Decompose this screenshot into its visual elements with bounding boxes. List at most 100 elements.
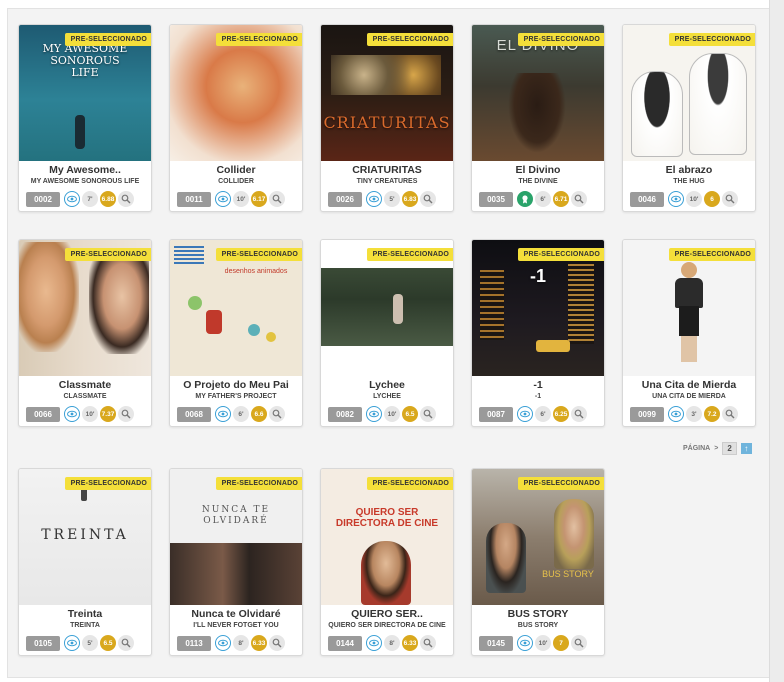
film-title[interactable]: -1 (472, 379, 604, 391)
eye-icon[interactable] (366, 635, 382, 651)
film-title[interactable]: Una Cita de Mierda (623, 379, 755, 391)
film-id-button[interactable]: 0145 (479, 635, 513, 651)
zoom-icon[interactable] (420, 635, 436, 651)
film-id-button[interactable]: 0068 (177, 406, 211, 422)
film-card[interactable]: BUS STORY PRE-SELECCIONADO BUS STORY BUS… (471, 468, 605, 656)
film-title[interactable]: My Awesome.. (19, 164, 151, 176)
duration-badge: 10' (82, 406, 98, 422)
film-card[interactable]: TREINTA PRE-SELECCIONADO Treinta TREINTA… (18, 468, 152, 656)
zoom-icon[interactable] (571, 635, 587, 651)
zoom-icon[interactable] (118, 635, 134, 651)
award-icon[interactable] (517, 191, 533, 207)
eye-icon[interactable] (366, 191, 382, 207)
film-id-button[interactable]: 0144 (328, 635, 362, 651)
scrollbar[interactable] (769, 0, 784, 682)
score-badge: 6.5 (100, 635, 116, 651)
eye-icon[interactable] (64, 191, 80, 207)
preselected-badge: PRE-SELECCIONADO (517, 248, 604, 261)
film-title[interactable]: CRIATURITAS (321, 164, 453, 176)
film-subtitle: COLLIDER (218, 178, 254, 185)
film-card[interactable]: NUNCA TE OLVIDARÉ PRE-SELECCIONADO Nunca… (169, 468, 303, 656)
film-id-button[interactable]: 0105 (26, 635, 60, 651)
film-card[interactable]: PRE-SELECCIONADO Una Cita de Mierda UNA … (622, 239, 756, 427)
preselected-badge: PRE-SELECCIONADO (366, 477, 453, 490)
preselected-badge: PRE-SELECCIONADO (215, 248, 302, 261)
film-title[interactable]: Treinta (19, 608, 151, 620)
eye-icon[interactable] (668, 406, 684, 422)
film-subtitle: LYCHEE (373, 393, 401, 400)
pagination: PÁGINA > 2 ↑ (683, 442, 752, 455)
film-id-button[interactable]: 0113 (177, 635, 211, 651)
score-badge: 6.33 (402, 635, 418, 651)
zoom-icon[interactable] (571, 406, 587, 422)
eye-icon[interactable] (215, 635, 231, 651)
film-card[interactable]: PRE-SELECCIONADO Classmate CLASSMATE 006… (18, 239, 152, 427)
film-card[interactable]: MY AWESOME SONOROUS LIFE PRE-SELECCIONAD… (18, 24, 152, 212)
film-id-button[interactable]: 0011 (177, 191, 211, 207)
duration-badge: 7' (82, 191, 98, 207)
zoom-icon[interactable] (269, 191, 285, 207)
eye-icon[interactable] (366, 406, 382, 422)
film-title[interactable]: El Divino (472, 164, 604, 176)
preselected-badge: PRE-SELECCIONADO (366, 33, 453, 46)
page-number[interactable]: 2 (722, 442, 737, 455)
film-id-button[interactable]: 0082 (328, 406, 362, 422)
film-id-button[interactable]: 0066 (26, 406, 60, 422)
score-badge: 6.71 (553, 191, 569, 207)
next-page-icon[interactable]: ↑ (740, 443, 752, 454)
eye-icon[interactable] (517, 635, 533, 651)
eye-icon[interactable] (668, 191, 684, 207)
eye-icon[interactable] (215, 406, 231, 422)
film-title[interactable]: BUS STORY (472, 608, 604, 620)
zoom-icon[interactable] (118, 191, 134, 207)
film-card[interactable]: -1 PRE-SELECCIONADO -1 -1 0087 6' 6.25 (471, 239, 605, 427)
film-id-button[interactable]: 0026 (328, 191, 362, 207)
film-id-button[interactable]: 0099 (630, 406, 664, 422)
zoom-icon[interactable] (420, 406, 436, 422)
duration-badge: 5' (384, 191, 400, 207)
film-card[interactable]: PRE-SELECCIONADO El abrazo THE HUG 0046 … (622, 24, 756, 212)
zoom-icon[interactable] (118, 406, 134, 422)
film-id-button[interactable]: 0087 (479, 406, 513, 422)
eye-icon[interactable] (64, 406, 80, 422)
preselected-badge: PRE-SELECCIONADO (215, 33, 302, 46)
film-id-button[interactable]: 0046 (630, 191, 664, 207)
film-title[interactable]: Collider (170, 164, 302, 176)
zoom-icon[interactable] (269, 635, 285, 651)
film-title[interactable]: Classmate (19, 379, 151, 391)
poster-title: CRIATURITAS (323, 113, 451, 132)
film-card[interactable]: PRE-SELECCIONADO Lychee LYCHEE 0082 10' … (320, 239, 454, 427)
film-subtitle: CLASSMATE (63, 393, 107, 400)
preselected-badge: PRE-SELECCIONADO (64, 477, 151, 490)
film-card[interactable]: CRIATURITAS PRE-SELECCIONADO CRIATURITAS… (320, 24, 454, 212)
film-title[interactable]: QUIERO SER.. (321, 608, 453, 620)
film-id-button[interactable]: 0002 (26, 191, 60, 207)
eye-icon[interactable] (64, 635, 80, 651)
film-subtitle: BUS STORY (517, 622, 559, 629)
eye-icon[interactable] (517, 406, 533, 422)
film-title[interactable]: Lychee (321, 379, 453, 391)
film-id-button[interactable]: 0035 (479, 191, 513, 207)
zoom-icon[interactable] (571, 191, 587, 207)
pagination-separator: > (714, 445, 719, 452)
zoom-icon[interactable] (420, 191, 436, 207)
film-subtitle: -1 (534, 393, 542, 400)
eye-icon[interactable] (215, 191, 231, 207)
film-card[interactable]: desenhos animados PRE-SELECCIONADO O Pro… (169, 239, 303, 427)
duration-badge: 10' (384, 406, 400, 422)
duration-badge: 5' (82, 635, 98, 651)
film-card[interactable]: EL DIVINO PRE-SELECCIONADO El Divino THE… (471, 24, 605, 212)
film-card[interactable]: PRE-SELECCIONADO Collider COLLIDER 0011 … (169, 24, 303, 212)
preselected-badge: PRE-SELECCIONADO (668, 248, 755, 261)
film-subtitle: UNA CITA DE MIERDA (652, 393, 726, 400)
zoom-icon[interactable] (269, 406, 285, 422)
zoom-icon[interactable] (722, 191, 738, 207)
film-title[interactable]: O Projeto do Meu Pai (170, 379, 302, 391)
film-card[interactable]: QUIERO SER DIRECTORA DE CINE PRE-SELECCI… (320, 468, 454, 656)
zoom-icon[interactable] (722, 406, 738, 422)
film-title[interactable]: Nunca te Olvidaré (170, 608, 302, 620)
poster-title: -1 (529, 266, 546, 286)
score-badge: 6 (704, 191, 720, 207)
film-title[interactable]: El abrazo (623, 164, 755, 176)
preselected-badge: PRE-SELECCIONADO (366, 248, 453, 261)
